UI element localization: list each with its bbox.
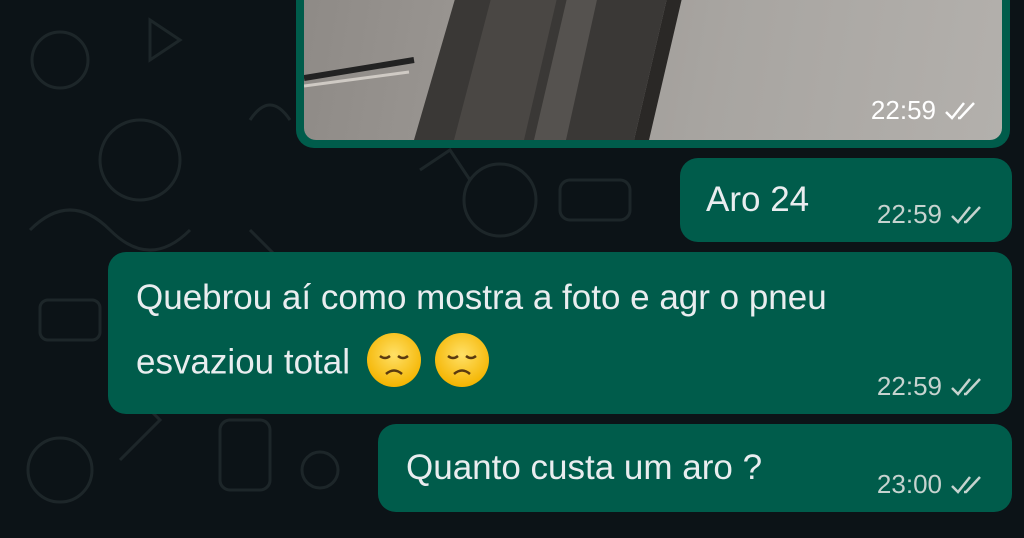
message-text: Quanto custa um aro ?	[406, 448, 763, 487]
message-bubble-quebrou[interactable]: Quebrou aí como mostra a foto e agr o pn…	[108, 252, 1012, 414]
message-time: 22:59	[876, 371, 942, 401]
double-check-icon	[951, 205, 981, 224]
message-time: 23:00	[876, 469, 942, 499]
disappointed-face-emoji	[434, 333, 489, 387]
image-message-meta: 22:59	[871, 95, 984, 126]
message-meta: 22:59	[877, 199, 990, 230]
message-photo[interactable]: 22:59	[304, 0, 1002, 140]
image-message-bubble[interactable]: 22:59	[296, 0, 1010, 148]
message-bubble-quanto[interactable]: Quanto custa um aro ? 23:00	[378, 424, 1012, 512]
chat-window: 22:59 Aro 24 22:59 Quebrou aí como mostr…	[0, 0, 1024, 538]
message-text: Aro 24	[706, 180, 810, 219]
message-text-line2: esvaziou total	[136, 342, 351, 382]
disappointed-face-emoji	[366, 333, 421, 387]
message-bubble-aro[interactable]: Aro 24 22:59	[680, 158, 1012, 242]
message-meta: 23:00	[877, 469, 990, 500]
double-check-icon	[951, 377, 981, 396]
message-text-line2-row: esvaziou total	[136, 333, 490, 392]
message-time: 22:59	[870, 95, 936, 125]
message-text-line1: Quebrou aí como mostra a foto e agr o pn…	[136, 278, 827, 317]
double-check-icon	[945, 101, 975, 120]
message-time: 22:59	[876, 199, 942, 229]
double-check-icon	[951, 475, 981, 494]
message-meta: 22:59	[877, 371, 990, 402]
